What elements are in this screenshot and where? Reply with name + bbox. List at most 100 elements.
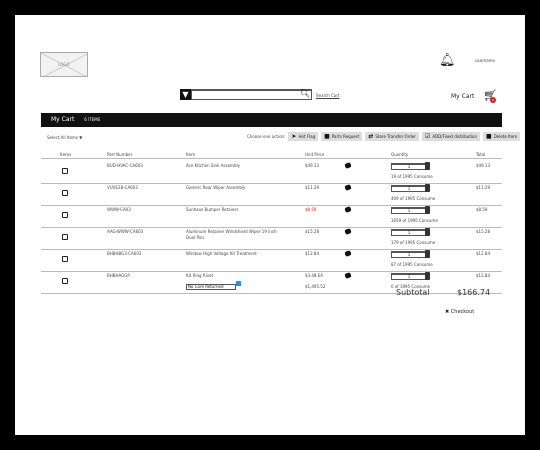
- tag-icon[interactable]: [344, 272, 352, 279]
- quantity-input[interactable]: 1: [391, 251, 427, 258]
- divider: [41, 271, 502, 272]
- part-number: BHBHBG3-CA603: [107, 251, 142, 256]
- divider: [41, 227, 502, 228]
- row-checkbox[interactable]: [62, 168, 68, 174]
- search-input[interactable]: [191, 89, 312, 100]
- part-number: WWW-CA03: [107, 207, 131, 212]
- divider: [41, 205, 502, 206]
- divider: [41, 249, 502, 250]
- col-unit-price: Unit Price: [305, 152, 325, 157]
- bell-icon[interactable]: 🔔︎: [439, 53, 456, 68]
- transfer-icon: ⇄: [368, 133, 374, 140]
- row-total: $15.28: [476, 229, 490, 234]
- row-total: $12.84: [476, 273, 490, 278]
- username[interactable]: username: [475, 58, 495, 63]
- close-icon: ✖: [445, 309, 450, 315]
- parts-request-button[interactable]: ■ Parts Request: [321, 132, 363, 141]
- row-total: $49.13: [476, 163, 490, 168]
- subtotal-value: $166.74: [457, 288, 491, 297]
- tag-icon[interactable]: [344, 228, 352, 235]
- row-total: $8.59: [476, 207, 488, 212]
- quantity-input[interactable]: 1: [391, 229, 427, 236]
- availability: 87 of 1995 Consume: [391, 262, 433, 267]
- search-bar: ▼ 🔍︎: [180, 89, 312, 100]
- divider: [41, 293, 502, 294]
- part-number: BHBHAGGP: [107, 273, 130, 278]
- core-select[interactable]: No Core Returned: [186, 284, 236, 290]
- row-total: $12.84: [476, 251, 490, 256]
- subtotal-label: Subtotal: [396, 288, 430, 297]
- col-total: Total: [476, 152, 486, 157]
- unit-price: $49.13: [305, 163, 319, 168]
- item-name: Sunhaus Bumper Retainer: [186, 207, 239, 212]
- action-toolbar: Choose one action: ➤ Hot Flag ■ Parts Requ…: [247, 132, 521, 141]
- part-number: BUD-HVAC-CA603: [107, 163, 143, 168]
- select-all-dropdown[interactable]: Select All Items ▼: [47, 135, 82, 140]
- quantity-input[interactable]: 1: [391, 273, 427, 280]
- truck-icon: ■: [324, 133, 330, 140]
- item-name: Ace Kitchen Sink Assembly: [186, 163, 240, 168]
- unit-price: $11.29: [305, 185, 319, 190]
- unit-price: $12.84: [305, 251, 319, 256]
- quantity-input[interactable]: 1: [391, 163, 427, 170]
- row-checkbox[interactable]: [62, 190, 68, 196]
- cart-title: My Cart: [51, 116, 75, 123]
- row-checkbox[interactable]: [62, 212, 68, 218]
- quantity-stepper[interactable]: [425, 184, 430, 192]
- divider: [41, 158, 502, 159]
- quantity-stepper[interactable]: [425, 250, 430, 258]
- unit-price: $3.48 EA: [305, 273, 323, 278]
- availability: 179 of 1995 Consume: [391, 240, 436, 245]
- tag-icon[interactable]: [344, 250, 352, 257]
- trash-icon: ■: [486, 133, 492, 140]
- cart-badge: 0: [490, 97, 496, 103]
- part-number: AAG-WWW-CA603: [107, 229, 144, 234]
- item-name: Kit Ring Rivet: [186, 273, 214, 278]
- check-icon: ☑: [424, 133, 431, 140]
- item-name: Window High Voltage Kit Treatment: [186, 251, 257, 256]
- unit-price-secondary: $1,495.52: [305, 284, 326, 289]
- row-checkbox[interactable]: [62, 256, 68, 262]
- page: LOGO 🔔︎ username ▼ 🔍︎ Search Cart My Car…: [15, 15, 525, 435]
- search-cart-link[interactable]: Search Cart: [316, 93, 339, 98]
- quantity-stepper[interactable]: [425, 228, 430, 236]
- cart-header-bar: My Cart 6 ITEMS: [41, 113, 502, 127]
- availability: 409 of 1995 Consume: [391, 196, 436, 201]
- quantity-input[interactable]: 1: [391, 185, 427, 192]
- checkout-button[interactable]: ✖ Checkout: [445, 309, 474, 315]
- item-name: Aluminum Retainer Windshield Wiper 19 in…: [186, 229, 277, 240]
- row-total: $11.29: [476, 185, 490, 190]
- distribution-button[interactable]: ☑ ADD/Fixed distribution: [421, 132, 481, 141]
- item-name: Generic Rear Wiper Assembly: [186, 185, 246, 190]
- select-dropdown-icon[interactable]: [236, 281, 241, 286]
- item-count: 6 ITEMS: [84, 117, 101, 122]
- divider: [41, 183, 502, 184]
- delete-item-button[interactable]: ■ Delete Item: [483, 132, 521, 141]
- col-quantity: Quantity: [391, 152, 409, 157]
- search-icon[interactable]: 🔍︎: [300, 89, 310, 98]
- row-checkbox[interactable]: [62, 234, 68, 240]
- quantity-stepper[interactable]: [425, 162, 430, 170]
- rocket-icon: ➤: [291, 133, 297, 140]
- hot-flag-button[interactable]: ➤ Hot Flag: [288, 132, 319, 141]
- col-items: Items: [60, 152, 72, 157]
- store-transfer-button[interactable]: ⇄ Store Transfer Order: [365, 132, 419, 141]
- availability: 19 of 1995 Consume: [391, 174, 433, 179]
- filter-icon[interactable]: ▼: [180, 89, 191, 100]
- tag-icon[interactable]: [344, 184, 352, 191]
- availability: 1659 of 1995 Consume: [391, 218, 438, 223]
- unit-price: $8.59: [305, 207, 317, 212]
- part-number: VUVE2B-CA603: [107, 185, 138, 190]
- unit-price: $15.28: [305, 229, 319, 234]
- choose-action-label: Choose one action:: [247, 134, 286, 139]
- row-checkbox[interactable]: [62, 278, 68, 284]
- col-part-number: Part Number: [107, 152, 133, 157]
- tag-icon[interactable]: [344, 206, 352, 213]
- tag-icon[interactable]: [344, 162, 352, 169]
- quantity-stepper[interactable]: [425, 206, 430, 214]
- quantity-input[interactable]: 1: [391, 207, 427, 214]
- col-item: Item: [186, 152, 196, 157]
- logo: LOGO: [40, 52, 88, 77]
- my-cart-link[interactable]: My Cart: [451, 93, 474, 100]
- quantity-stepper[interactable]: [425, 272, 430, 280]
